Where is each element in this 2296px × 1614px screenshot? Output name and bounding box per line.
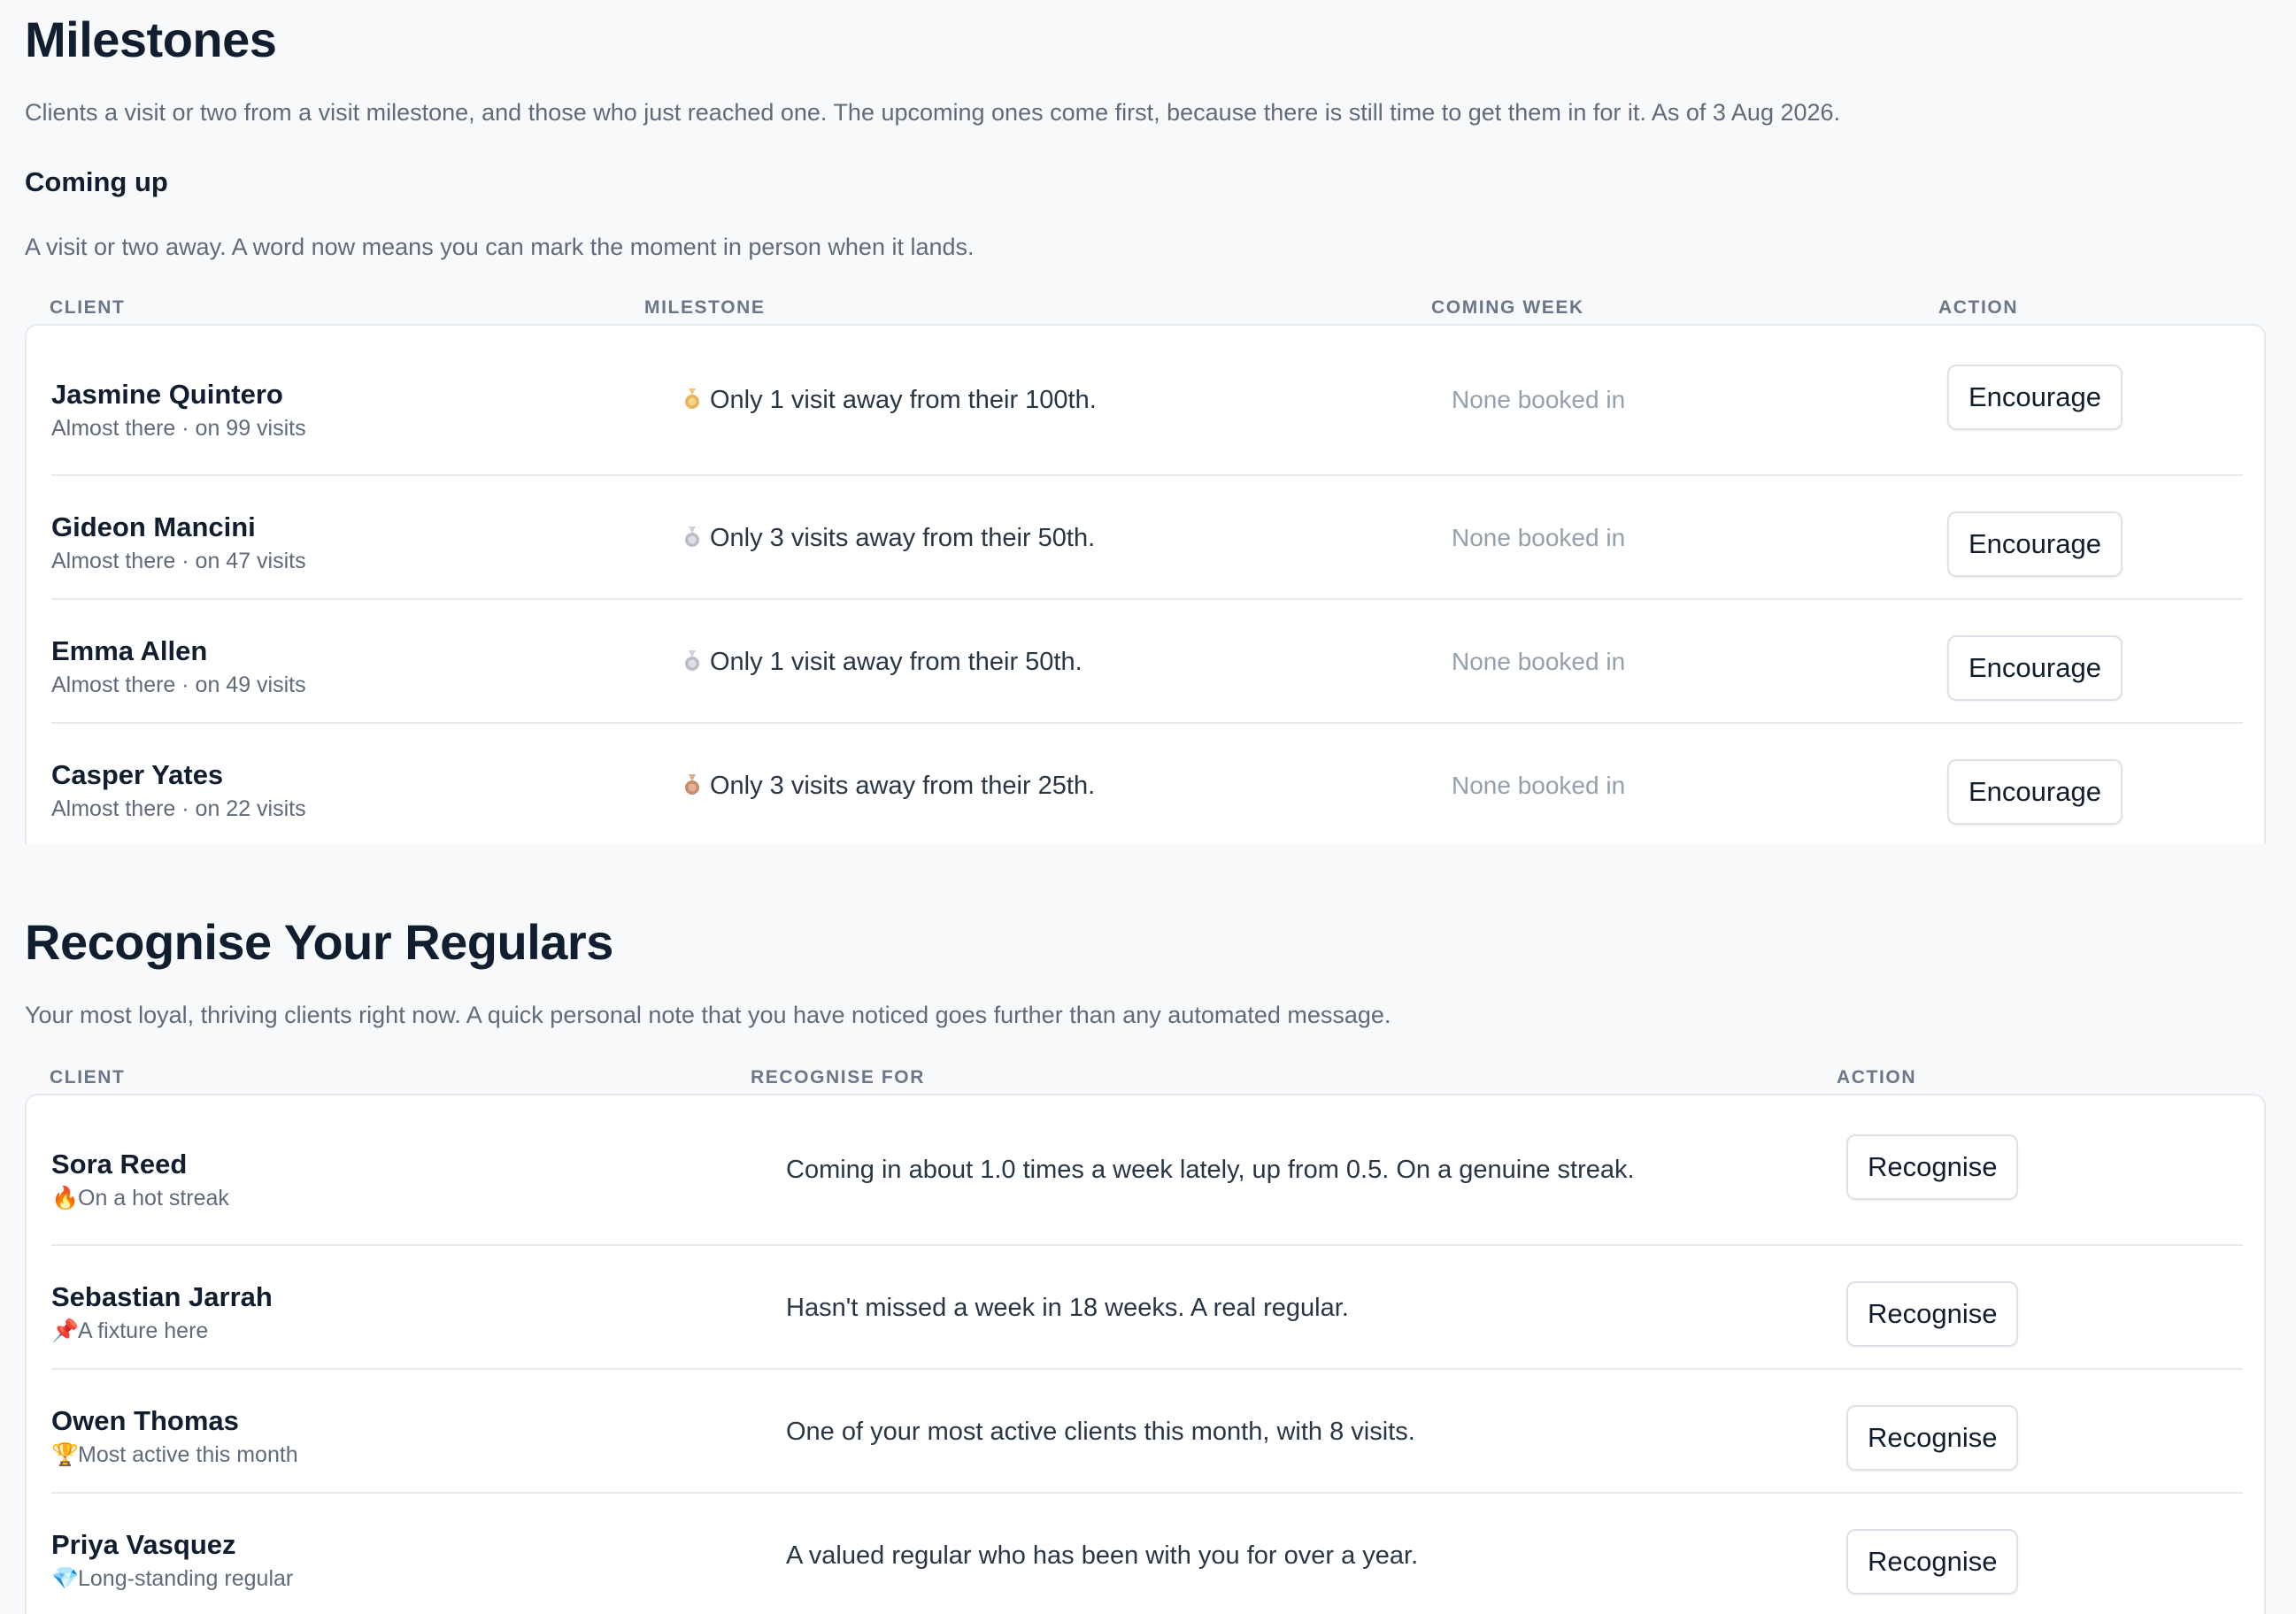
client-status: Almost there · on 47 visits [51, 549, 306, 573]
milestone-text: Only 3 visits away from their 25th. [710, 772, 1096, 800]
regulars-title: Recognise Your Regulars [25, 914, 613, 970]
encourage-button[interactable]: Encourage [1947, 635, 2123, 701]
badge-label: Most active this month [78, 1442, 298, 1467]
table-row: Casper Yates Almost there · on 22 visits… [51, 722, 2243, 846]
page: Milestones Clients a visit or two from a… [0, 0, 2296, 1614]
column-header-action: ACTION [1837, 1067, 1917, 1088]
encourage-button[interactable]: Encourage [1947, 365, 2123, 430]
client-name: Emma Allen [51, 635, 208, 666]
table-row: Sebastian Jarrah 📌A fixture here Hasn't … [51, 1244, 2243, 1370]
coming-week-value: None booked in [1452, 648, 1626, 675]
table-row: Owen Thomas 🏆Most active this month One … [51, 1368, 2243, 1494]
regulars-description: Your most loyal, thriving clients right … [25, 1002, 1391, 1028]
client-badge: 🔥On a hot streak [51, 1186, 229, 1211]
recognise-button[interactable]: Recognise [1846, 1281, 2019, 1347]
pushpin-icon: 📌 [51, 1318, 80, 1343]
coming-up-heading: Coming up [25, 166, 168, 197]
milestone-text: Only 1 visit away from their 100th. [710, 386, 1097, 414]
recognise-reason: One of your most active clients this mon… [786, 1418, 1415, 1446]
milestones-description: Clients a visit or two from a visit mile… [25, 99, 1841, 126]
table-row: Emma Allen Almost there · on 49 visits O… [51, 598, 2243, 724]
silver-medal-icon [683, 649, 701, 671]
client-badge: 📌A fixture here [51, 1318, 208, 1344]
silver-medal-icon [683, 526, 701, 547]
column-header-client: CLIENT [50, 1067, 126, 1088]
client-status: Almost there · on 22 visits [51, 796, 306, 821]
milestone-text: Only 1 visit away from their 50th. [710, 648, 1083, 676]
client-name: Sora Reed [51, 1149, 188, 1180]
client-name: Priya Vasquez [51, 1529, 236, 1560]
gold-medal-icon [683, 388, 701, 409]
client-badge: 🏆Most active this month [51, 1442, 298, 1468]
client-name: Sebastian Jarrah [51, 1281, 273, 1312]
bronze-medal-icon [683, 773, 701, 795]
recognise-reason: A valued regular who has been with you f… [786, 1541, 1419, 1570]
encourage-button[interactable]: Encourage [1947, 759, 2123, 825]
column-header-recognise-for: RECOGNISE FOR [751, 1067, 925, 1088]
recognise-button[interactable]: Recognise [1846, 1405, 2019, 1471]
table-row: Sora Reed 🔥On a hot streak Coming in abo… [51, 1095, 2243, 1246]
regulars-table: Sora Reed 🔥On a hot streak Coming in abo… [25, 1094, 2266, 1614]
milestone-cell: Only 3 visits away from their 25th. [683, 772, 1095, 801]
coming-week-value: None booked in [1452, 386, 1626, 413]
column-header-milestone: MILESTONE [644, 297, 766, 318]
table-row: Gideon Mancini Almost there · on 47 visi… [51, 474, 2243, 600]
client-name: Jasmine Quintero [51, 379, 283, 410]
trophy-icon: 🏆 [51, 1442, 80, 1467]
client-name: Owen Thomas [51, 1405, 239, 1436]
client-badge: 💎Long-standing regular [51, 1566, 293, 1592]
milestones-table: Jasmine Quintero Almost there · on 99 vi… [25, 324, 2266, 844]
recognise-reason: Hasn't missed a week in 18 weeks. A real… [786, 1294, 1349, 1322]
coming-week-value: None booked in [1452, 772, 1626, 799]
column-header-action: ACTION [1938, 297, 2019, 318]
milestone-cell: Only 1 visit away from their 100th. [683, 386, 1097, 415]
milestone-cell: Only 1 visit away from their 50th. [683, 648, 1083, 677]
client-name: Gideon Mancini [51, 511, 256, 542]
coming-up-description: A visit or two away. A word now means yo… [25, 234, 975, 260]
client-name: Casper Yates [51, 759, 224, 790]
milestone-cell: Only 3 visits away from their 50th. [683, 524, 1095, 553]
column-header-client: CLIENT [50, 297, 126, 318]
column-header-coming-week: COMING WEEK [1431, 297, 1584, 318]
recognise-button[interactable]: Recognise [1846, 1529, 2019, 1595]
recognise-reason: Coming in about 1.0 times a week lately,… [786, 1156, 1635, 1184]
client-status: Almost there · on 99 visits [51, 416, 306, 441]
table-row: Priya Vasquez 💎Long-standing regular A v… [51, 1492, 2243, 1614]
encourage-button[interactable]: Encourage [1947, 511, 2123, 577]
coming-week-value: None booked in [1452, 524, 1626, 551]
badge-label: Long-standing regular [78, 1566, 294, 1591]
client-status: Almost there · on 49 visits [51, 672, 306, 697]
milestone-text: Only 3 visits away from their 50th. [710, 524, 1096, 552]
recognise-button[interactable]: Recognise [1846, 1134, 2019, 1200]
badge-label: A fixture here [78, 1318, 209, 1343]
badge-label: On a hot streak [78, 1186, 229, 1210]
table-row: Jasmine Quintero Almost there · on 99 vi… [51, 326, 2243, 476]
milestones-title: Milestones [25, 12, 277, 67]
gem-icon: 💎 [51, 1566, 80, 1591]
fire-icon: 🔥 [51, 1186, 80, 1210]
